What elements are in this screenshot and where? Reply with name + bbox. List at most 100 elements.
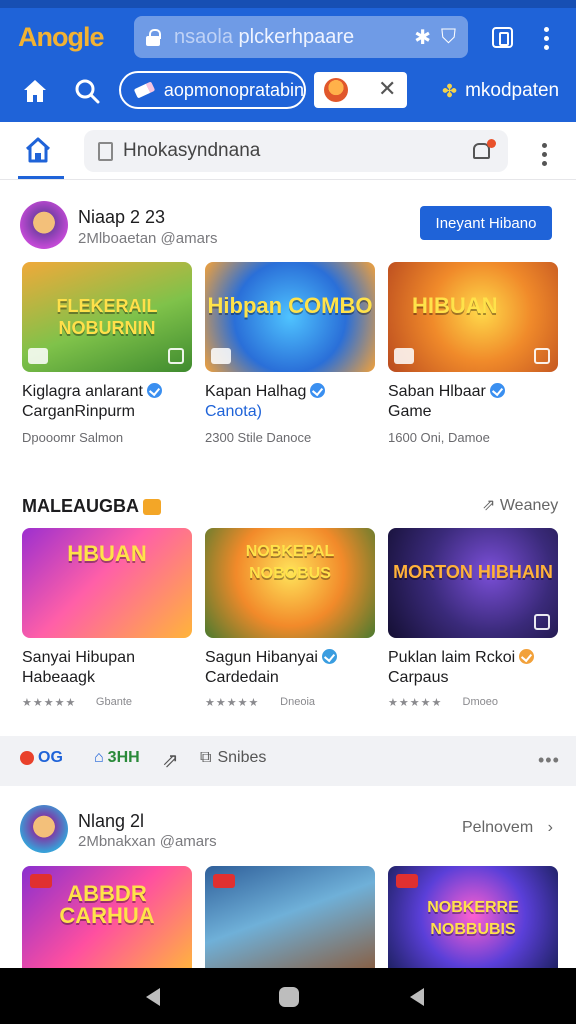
home-action[interactable]: ⌂ 3HH bbox=[94, 749, 140, 767]
card-meta: ★★★★★ Gbante bbox=[22, 696, 132, 709]
channel-subscribers: 2Mlboaetan @amars bbox=[78, 230, 218, 247]
game-card[interactable]: HBUAN Sanyai Hibupan Habeaagk ★★★★★ Gbante bbox=[22, 528, 192, 709]
share-action[interactable]: ⇗ bbox=[162, 748, 179, 773]
home-icon[interactable] bbox=[22, 78, 48, 104]
share-icon: ⇗ bbox=[482, 497, 496, 514]
channel-name[interactable]: Niaap 2 23 bbox=[78, 207, 165, 228]
record-icon bbox=[20, 751, 34, 765]
game-card[interactable]: NOBKERRE NOBBUBIS bbox=[388, 866, 558, 976]
shield-icon[interactable]: ⛉ bbox=[441, 26, 456, 49]
back-icon[interactable] bbox=[146, 988, 160, 1006]
page-menu-icon[interactable] bbox=[542, 143, 548, 166]
channel-name[interactable]: Nlang 2l bbox=[78, 811, 144, 832]
rating-stars: ★★★★★ bbox=[388, 697, 443, 709]
game-thumbnail[interactable]: MORTON HIBHAIN bbox=[388, 528, 558, 638]
profile-avatar-icon bbox=[324, 78, 348, 102]
address-bar[interactable]: nsaola plckerhpaare ✱ ⛉ bbox=[134, 16, 468, 58]
thumbnail-title: MORTON HIBHAIN bbox=[393, 562, 553, 582]
game-thumbnail[interactable]: Hibpan COMBO bbox=[205, 262, 375, 372]
live-badge bbox=[213, 874, 235, 888]
app-chip-button[interactable]: aopmonopratabin bbox=[119, 71, 306, 109]
status-bar bbox=[0, 0, 576, 8]
verified-icon bbox=[146, 383, 162, 398]
browser-menu-icon[interactable] bbox=[544, 27, 550, 50]
home-nav-icon[interactable] bbox=[279, 987, 299, 1007]
card-title: Sanyai Hibupan Habeaagk bbox=[22, 649, 135, 686]
game-thumbnail[interactable]: HIBUAN bbox=[388, 262, 558, 372]
fire-icon bbox=[143, 498, 161, 515]
url-text: nsaola plckerhpaare bbox=[174, 26, 404, 49]
logo-text: Anogle bbox=[18, 22, 104, 52]
bluetooth-icon[interactable]: ✱ bbox=[414, 25, 431, 50]
browser-toolbar: Anogle nsaola plckerhpaare ✱ ⛉ aopmonopr… bbox=[0, 0, 576, 122]
page-search-field[interactable]: Hnokasyndnana bbox=[84, 130, 508, 172]
game-thumbnail[interactable]: NOBKEPAL NOBOBUS bbox=[205, 528, 375, 638]
game-thumbnail[interactable]: HBUAN bbox=[22, 528, 192, 638]
close-icon[interactable]: ✕ bbox=[378, 76, 396, 102]
home-tab-icon[interactable] bbox=[18, 134, 58, 166]
expand-icon bbox=[534, 614, 550, 630]
card-title: Kapan Halhag Canota) bbox=[205, 382, 375, 422]
section-title: MALEAUGBA bbox=[22, 496, 161, 517]
expand-icon bbox=[534, 348, 550, 364]
rating-stars: ★★★★★ bbox=[22, 697, 77, 709]
more-icon[interactable]: ••• bbox=[538, 750, 560, 771]
thumbnail-title: Hibpan COMBO bbox=[207, 293, 373, 318]
game-card[interactable]: FLEKERAIL NOBURNIN Kiglagra anlarant Carg… bbox=[22, 262, 192, 445]
game-card[interactable]: NOBKEPAL NOBOBUS Sagun Hibanyai Cardedain… bbox=[205, 528, 375, 709]
lock-icon bbox=[146, 29, 161, 46]
channel-avatar[interactable] bbox=[20, 805, 68, 853]
card-meta: 1600 Oni, Damoe bbox=[388, 430, 490, 445]
save-action[interactable]: ⧉ Snibes bbox=[200, 749, 266, 767]
game-card[interactable]: ABBDR CARHUA bbox=[22, 866, 192, 976]
see-more-link[interactable]: Pelnovem › bbox=[462, 819, 553, 837]
app-badge-icon bbox=[28, 348, 48, 364]
url-path: plckerhpaare bbox=[238, 25, 355, 48]
game-thumbnail[interactable] bbox=[205, 866, 375, 976]
profile-chip[interactable]: ✕ bbox=[314, 72, 407, 108]
game-icon bbox=[519, 649, 535, 664]
card-meta: ★★★★★ Dneoia bbox=[205, 696, 315, 709]
url-domain: nsaola bbox=[174, 25, 233, 48]
channel-subscribers: 2Mbnakxan @amars bbox=[78, 833, 217, 850]
game-card[interactable]: MORTON HIBHAIN Puklan laim Rckoi Carpaus … bbox=[388, 528, 558, 709]
recents-icon[interactable] bbox=[410, 988, 424, 1006]
game-card[interactable]: HIBUAN Saban Hlbaar Game 1600 Oni, Damoe bbox=[388, 262, 558, 445]
game-thumbnail[interactable]: ABBDR CARHUA bbox=[22, 866, 192, 976]
action-bar: OG ⌂ 3HH ⇗ ⧉ Snibes ••• bbox=[0, 736, 576, 786]
rating-stars: ★★★★★ bbox=[205, 697, 260, 709]
game-card[interactable]: Hibpan COMBO Kapan Halhag Canota) 2300 St… bbox=[205, 262, 375, 445]
channel-avatar[interactable] bbox=[20, 201, 68, 249]
search-icon[interactable] bbox=[74, 78, 100, 104]
active-tab-indicator bbox=[18, 176, 64, 179]
thumbnail-title: HIBUAN bbox=[412, 293, 498, 318]
card-meta: 2300 Stile Danoce bbox=[205, 430, 312, 445]
follow-button[interactable]: Ineyant Hibano bbox=[420, 206, 552, 240]
card-title: Saban Hlbaar Game bbox=[388, 382, 558, 422]
app-badge-icon bbox=[394, 348, 414, 364]
card-title: Puklan laim Rckoi Carpaus bbox=[388, 648, 558, 688]
game-thumbnail[interactable]: NOBKERRE NOBBUBIS bbox=[388, 866, 558, 976]
card-meta: Dpooomr Salmon bbox=[22, 430, 124, 445]
og-action[interactable]: OG bbox=[20, 749, 63, 767]
chevron-right-icon: › bbox=[547, 819, 553, 836]
pencil-icon bbox=[133, 81, 156, 99]
thumbnail-title: NOBKERRE NOBBUBIS bbox=[427, 898, 519, 938]
notification-icon[interactable] bbox=[472, 139, 496, 161]
see-more-link[interactable]: ⇗ Weaney bbox=[482, 495, 558, 515]
shortcut-link[interactable]: ✤ mkodpaten bbox=[442, 80, 559, 102]
thumbnail-title: ABBDR CARHUA bbox=[59, 880, 155, 928]
app-header: Hnokasyndnana bbox=[0, 122, 576, 180]
game-thumbnail[interactable]: FLEKERAIL NOBURNIN bbox=[22, 262, 192, 372]
leaf-icon: ✤ bbox=[442, 80, 458, 101]
page-search-text: Hnokasyndnana bbox=[123, 140, 261, 161]
game-icon bbox=[321, 649, 337, 664]
game-card[interactable] bbox=[205, 866, 375, 976]
verified-icon bbox=[310, 383, 326, 398]
expand-icon bbox=[168, 348, 184, 364]
verified-icon bbox=[489, 383, 505, 398]
thumbnail-title: HBUAN bbox=[67, 541, 147, 567]
shortcut-label: mkodpaten bbox=[465, 80, 560, 101]
tab-switcher-icon[interactable] bbox=[492, 27, 513, 48]
browser-logo[interactable]: Anogle bbox=[18, 22, 104, 53]
